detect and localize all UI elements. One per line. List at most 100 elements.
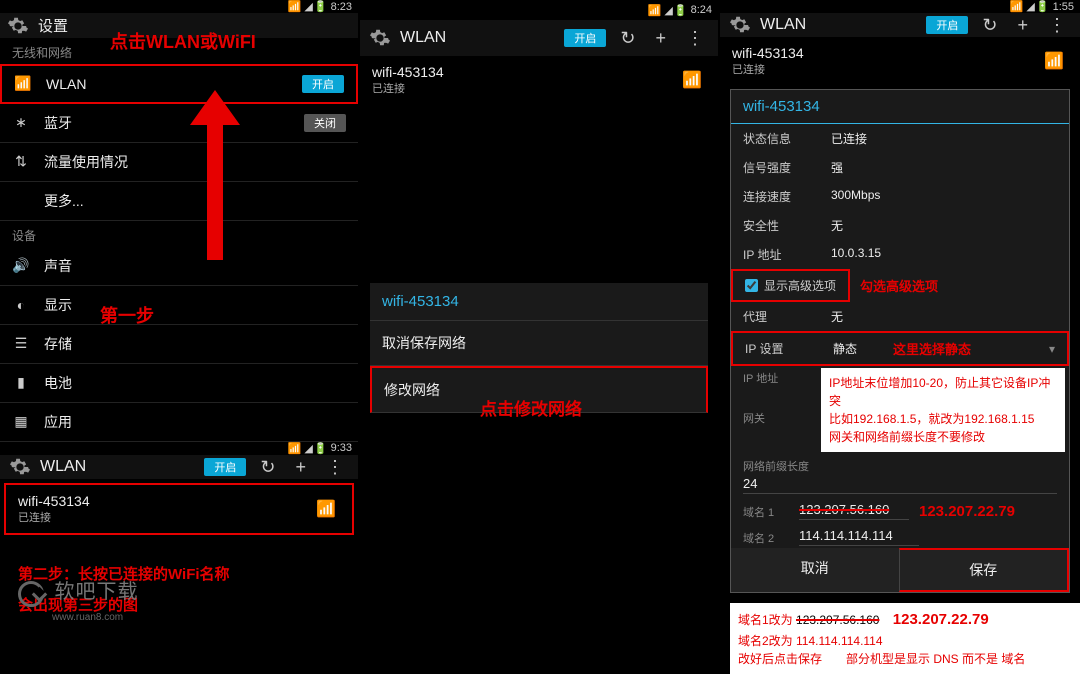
save-button[interactable]: 保存 [899,548,1070,592]
panel-2-wlan-list: 📶◢🔋 8:24 WLAN 开启 ↻ + ⋮ wifi-453134 已连接 📶… [360,0,720,639]
wifi-icon: 📶 [14,75,32,92]
wifi-entry[interactable]: wifi-453134 已连接 📶 [360,56,718,104]
row-bluetooth[interactable]: ∗ 蓝牙 关闭 [0,104,358,143]
refresh-icon[interactable]: ↻ [614,28,641,49]
kv-status: 状态信息已连接 [731,124,1069,153]
status-bar: 📶 ◢ 🔋 8:23 [0,0,358,13]
dns1-new: 123.207.22.79 [919,503,1015,520]
status-bar-2: 📶◢🔋 9:33 [0,442,358,455]
wifi-status: 已连接 [18,509,340,525]
menu-icon[interactable]: ⋮ [320,457,350,478]
row-display[interactable]: ◐显示 [0,286,358,325]
gear-icon [6,14,30,38]
wifi-entry[interactable]: wifi-453134 已连接 📶 [4,483,354,535]
section-device: 设备 [0,221,358,247]
display-icon: ◐ [12,297,30,313]
menu-icon[interactable]: ⋮ [1042,15,1072,36]
gear-icon [368,26,392,50]
row-label: WLAN [46,76,86,92]
wifi-name: wifi-453134 [18,493,340,509]
refresh-icon[interactable]: ↻ [976,15,1003,36]
row-storage[interactable]: ☰存储 [0,325,358,364]
field-dns2[interactable]: 域名 2 114.114.114.114 [731,522,1069,548]
menu-forget[interactable]: 取消保存网络 [370,321,708,366]
dialog-title: wifi-453134 [370,283,708,321]
annotation-adv: 勾选高级选项 [860,276,938,295]
menu-modify[interactable]: 修改网络 [370,366,708,413]
wlan-title: WLAN [40,458,86,476]
switch[interactable]: 开启 [204,458,246,476]
section-wireless: 无线和网络 [0,38,358,64]
hint-whitebox: IP地址末位增加10-20，防止其它设备IP冲突 比如192.168.1.5，就… [821,368,1065,452]
title-bar: 设置 [0,13,358,38]
menu-icon[interactable]: ⋮ [680,28,710,49]
wifi-status: 已连接 [732,61,1068,77]
field-ip: IP 地址 [731,366,821,388]
row-data-usage[interactable]: ⇅ 流量使用情况 [0,143,358,182]
status-time: 8:23 [331,1,352,13]
advanced-label: 显示高级选项 [764,277,836,294]
advanced-checkbox[interactable] [745,279,758,292]
wifi-name: wifi-453134 [732,45,1068,61]
add-icon[interactable]: + [289,457,312,478]
row-label: 流量使用情况 [44,152,128,172]
wifi-entry[interactable]: wifi-453134 已连接 📶 [720,37,1080,85]
gear-icon [8,455,32,479]
context-dialog: wifi-453134 取消保存网络 修改网络 [370,283,708,413]
storage-icon: ☰ [12,335,30,352]
row-label: 蓝牙 [44,113,72,133]
cancel-button[interactable]: 取消 [731,548,899,592]
switch-off[interactable]: 关闭 [304,114,346,132]
row-battery[interactable]: ▮电池 [0,364,358,403]
wifi-config-dialog: wifi-453134 状态信息已连接 信号强度强 连接速度300Mbps 安全… [730,89,1070,593]
wlan-title: WLAN [760,16,806,34]
kv-ip: IP 地址10.0.3.15 [731,240,1069,269]
annotation-ipset: 这里选择静态 [893,339,971,358]
row-sound[interactable]: 🔊声音 [0,247,358,286]
status-bar: 📶◢🔋 1:55 [720,0,1080,13]
gear-icon [728,13,752,37]
field-prefix[interactable]: 网络前缀长度 24 [731,454,1069,496]
row-app[interactable]: ▦应用 [0,403,358,442]
status-bar: 📶◢🔋 8:24 [360,0,718,20]
wlan-title-bar: WLAN 开启 ↻ + ⋮ [720,13,1080,37]
data-icon: ⇅ [12,153,30,170]
switch[interactable]: 开启 [926,16,968,34]
wifi-signal-icon: 📶 [1044,51,1064,71]
wifi-icon: 📶 [288,442,302,455]
refresh-icon[interactable]: ↻ [254,457,281,478]
add-icon[interactable]: + [649,28,672,49]
wifi-name: wifi-453134 [372,64,706,80]
row-wlan[interactable]: 📶 WLAN 开启 [0,64,358,104]
panel-3-wifi-config: 📶◢🔋 1:55 WLAN 开启 ↻ + ⋮ wifi-453134 已连接 📶… [720,0,1080,639]
battery-icon: 🔋 [314,0,328,13]
signal-icon: ◢ [304,0,310,13]
switch[interactable]: 开启 [564,29,606,47]
status-time: 9:33 [331,442,352,454]
wlan-title-bar: WLAN 开启 ↻ + ⋮ [0,455,358,479]
wifi-status: 已连接 [372,80,706,96]
add-icon[interactable]: + [1011,15,1034,36]
kv-signal: 信号强度强 [731,153,1069,182]
field-gateway: 网关 [731,406,821,428]
wifi-icon: 📶 [288,0,302,13]
wlan-title: WLAN [400,29,446,47]
logo-icon [18,581,44,607]
wifi-signal-icon: 📶 [682,70,702,90]
bottom-notes: 域名1改为 123.207.56.160 123.207.22.79 域名2改为… [730,603,1080,674]
status-time: 8:24 [691,4,712,16]
advanced-checkbox-row[interactable]: 显示高级选项 [731,269,850,302]
wifi-signal-icon: 📶 [316,499,336,519]
field-dns1[interactable]: 域名 1 123.207.56.160 123.207.22.79 [731,496,1069,522]
chevron-down-icon: ▾ [1049,342,1055,356]
wlan-title-bar: WLAN 开启 ↻ + ⋮ [360,20,718,56]
kv-ip-setting[interactable]: IP 设置 静态 这里选择静态 ▾ [731,331,1069,366]
switch-on[interactable]: 开启 [302,75,344,93]
kv-proxy[interactable]: 代理无 [731,302,1069,331]
kv-security: 安全性无 [731,211,1069,240]
sound-icon: 🔊 [12,257,30,274]
row-more[interactable]: 更多... [0,182,358,221]
page-title: 设置 [38,15,68,36]
bluetooth-icon: ∗ [12,114,30,131]
dialog-title: wifi-453134 [731,90,1069,124]
